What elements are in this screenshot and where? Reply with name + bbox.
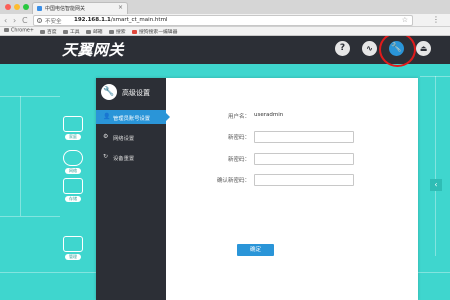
highlight-circle: [379, 36, 416, 67]
new-password2-row: 新密码：: [166, 153, 418, 165]
storage-icon: [63, 178, 83, 194]
deco-line: [0, 96, 60, 97]
bookmark-item[interactable]: 搜狗搜索—编辑器: [132, 28, 177, 35]
username-value: useradmin: [254, 112, 284, 118]
insecure-label: 不安全: [45, 19, 62, 25]
help-icon[interactable]: ?: [335, 41, 350, 56]
deco-line: [0, 216, 60, 217]
home-icon: [63, 116, 83, 132]
sidebar-item-label: 设备重置: [113, 156, 135, 162]
bookmark-item[interactable]: 邮箱: [86, 28, 103, 35]
deco-line: [435, 76, 436, 256]
nav-network-label: 网络: [65, 168, 81, 174]
bookmark-item[interactable]: 搜索: [109, 28, 126, 35]
tab-close-icon[interactable]: ×: [118, 4, 123, 11]
tab-title: 中国电信智能网关: [45, 6, 86, 12]
url-input[interactable]: i 不安全 192.168.1.1/smart_ct_main.html ☆: [33, 15, 413, 26]
confirm-password-row: 确认新密码：: [166, 174, 418, 186]
url-text: 192.168.1.1/smart_ct_main.html: [74, 17, 167, 23]
brand-logo: 天翼网关: [62, 41, 125, 59]
bookmark-item[interactable]: Chrome+: [4, 28, 34, 34]
sidebar-item-label: 管理员账号设置: [113, 116, 151, 122]
info-icon[interactable]: i: [37, 18, 42, 23]
nav-manage[interactable]: 管理: [62, 236, 84, 260]
nav-storage-label: 存储: [65, 196, 81, 202]
url-path: /smart_ct_main.html: [110, 17, 168, 23]
gear-icon: ⚙: [103, 133, 109, 140]
address-bar-row: ‹ › C i 不安全 192.168.1.1/smart_ct_main.ht…: [0, 14, 450, 27]
settings-title-text: 高级设置: [122, 89, 150, 97]
new-password2-input[interactable]: [254, 153, 354, 165]
settings-sidebar: 🔧 高级设置 👤 管理员账号设置 ⚙ 网络设置 ↻ 设备重置: [96, 78, 170, 300]
pulse-icon[interactable]: ∿: [362, 41, 377, 56]
minimize-window-button[interactable]: [14, 4, 20, 10]
top-header: 天翼网关 ? ∿ 🔧 ⏏: [0, 36, 450, 67]
nav-storage[interactable]: 存储: [62, 178, 84, 202]
browser-menu-icon[interactable]: ⋮: [432, 15, 440, 25]
chevron-left-icon[interactable]: ‹: [430, 179, 442, 191]
sidebar-item-label: 网络设置: [113, 136, 135, 142]
new-password-row: 新密码：: [166, 131, 418, 143]
new-password2-label: 新密码：: [227, 157, 250, 163]
deco-line: [20, 96, 21, 216]
bookmark-item[interactable]: 百度: [40, 28, 57, 35]
url-host: 192.168.1.1: [74, 17, 111, 23]
bookmark-star-icon[interactable]: ☆: [402, 16, 408, 24]
reset-icon: ↻: [103, 153, 109, 160]
zoom-window-button[interactable]: [23, 4, 29, 10]
confirm-button[interactable]: 确定: [237, 244, 274, 256]
power-icon: [63, 236, 83, 252]
nav-network[interactable]: 网络: [62, 150, 84, 174]
settings-title: 🔧 高级设置: [96, 78, 166, 108]
confirm-password-label: 确认新密码：: [216, 178, 250, 184]
bookmark-item[interactable]: 工具: [63, 28, 80, 35]
exit-icon[interactable]: ⏏: [416, 41, 431, 56]
favicon-icon: [37, 6, 42, 11]
new-password-label: 新密码：: [227, 135, 250, 141]
back-button[interactable]: ‹: [4, 15, 7, 26]
router-page: 天翼网关 ? ∿ 🔧 ⏏ 家庭 网络 存储 管理 ‹ 🔧 高级设置 👤 管理员账…: [0, 36, 450, 300]
username-label: 用户名：: [227, 114, 250, 120]
sidebar-item-network[interactable]: ⚙ 网络设置: [96, 130, 166, 144]
folder-icon: [86, 29, 91, 34]
sidebar-item-reset[interactable]: ↻ 设备重置: [96, 150, 166, 164]
sogou-icon: [132, 29, 137, 34]
username-row: 用户名： useradmin: [166, 110, 418, 122]
forward-button[interactable]: ›: [13, 15, 16, 26]
reload-button[interactable]: C: [22, 15, 28, 26]
confirm-password-input[interactable]: [254, 174, 354, 186]
close-window-button[interactable]: [5, 4, 11, 10]
folder-icon: [40, 29, 45, 34]
tab-bar: 中国电信智能网关 ×: [0, 0, 450, 14]
folder-icon: [63, 29, 68, 34]
folder-icon: [109, 29, 114, 34]
nav-manage-label: 管理: [65, 254, 81, 260]
settings-panel: 🔧 高级设置 👤 管理员账号设置 ⚙ 网络设置 ↻ 设备重置 用户名： user…: [96, 78, 418, 300]
nav-home[interactable]: 家庭: [62, 116, 84, 140]
new-password-input[interactable]: [254, 131, 354, 143]
folder-icon: [4, 28, 9, 32]
user-icon: 👤: [103, 113, 111, 120]
bookmarks-bar: Chrome+ 百度 工具 邮箱 搜索 搜狗搜索—编辑器: [0, 27, 450, 36]
wrench-icon: 🔧: [101, 84, 117, 100]
browser-tab[interactable]: 中国电信智能网关 ×: [32, 2, 128, 14]
cloud-icon: [63, 150, 83, 166]
nav-home-label: 家庭: [65, 134, 81, 140]
sidebar-item-admin-account[interactable]: 👤 管理员账号设置: [96, 110, 170, 124]
